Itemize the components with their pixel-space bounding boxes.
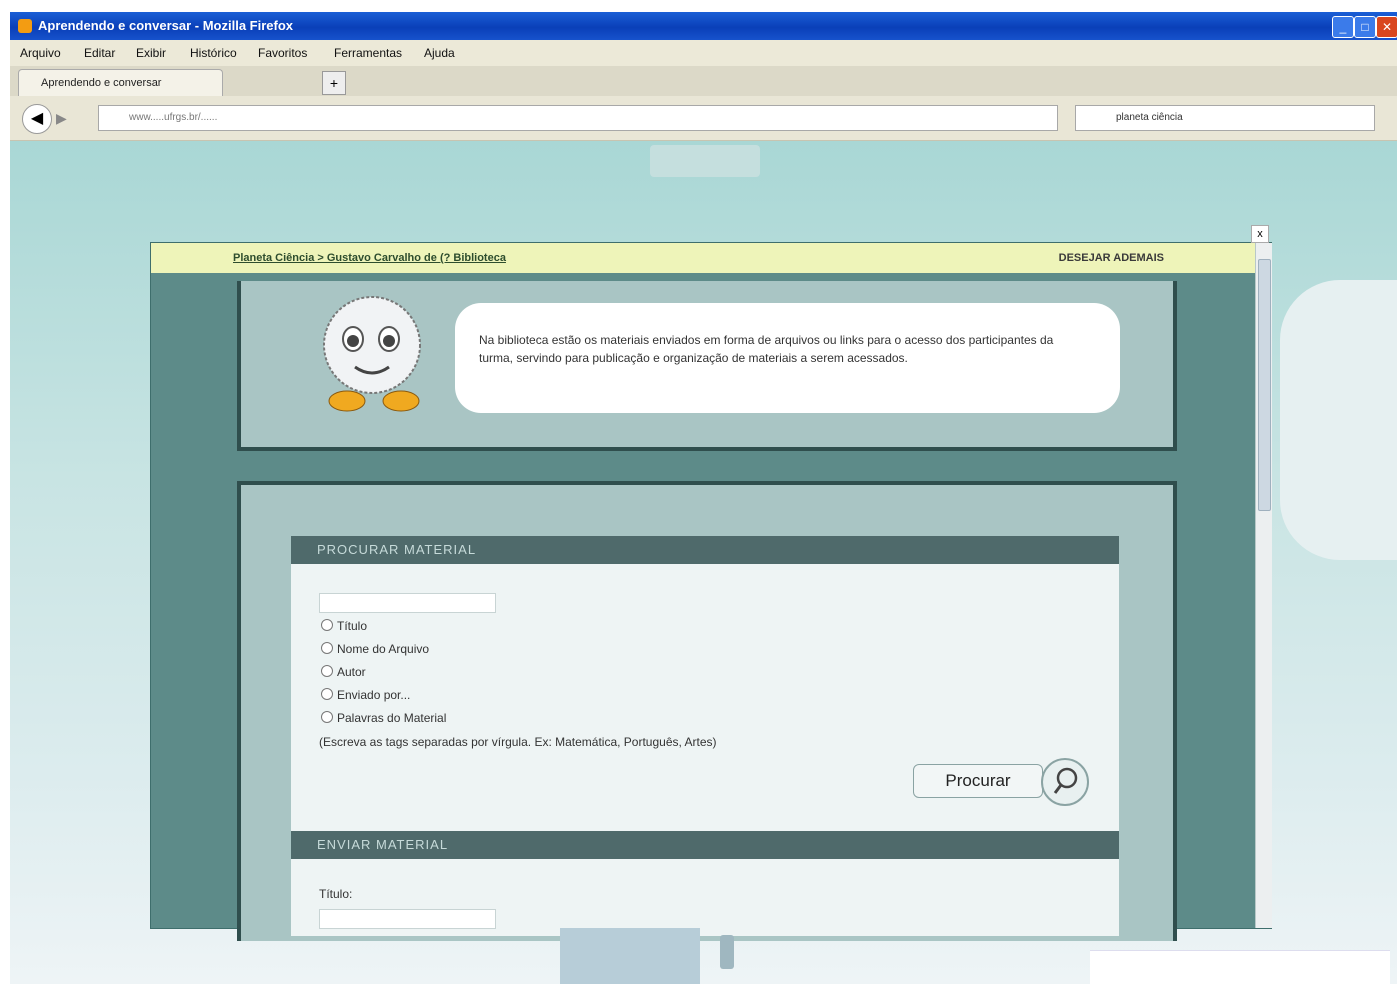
radio-icon[interactable] [321,688,333,700]
radio-palavras[interactable]: Palavras do Material [321,711,446,725]
new-tab-button[interactable]: + [322,71,346,95]
tags-hint: (Escreva as tags separadas por vírgula. … [319,735,717,749]
intro-text: Na biblioteca estão os materiais enviado… [479,333,1054,365]
titulo-label: Título: [319,887,353,901]
radio-enviado-por[interactable]: Enviado por... [321,688,410,702]
material-search-input[interactable] [319,593,496,613]
background-decoration [1280,280,1397,560]
header-user-label: DESEJAR ADEMAIS [1058,252,1164,264]
window-title: Aprendendo e conversar - Mozilla Firefox [38,18,293,33]
scrollbar-thumb[interactable] [1258,259,1271,511]
menubar: Arquivo Editar Exibir Histórico Favorito… [10,40,1397,66]
radio-icon[interactable] [321,642,333,654]
status-area [1090,950,1390,985]
minimize-button[interactable]: _ [1332,16,1354,38]
radio-label: Título [337,619,368,633]
tab-strip: Aprendendo e conversar + [10,66,1397,96]
radio-icon[interactable] [321,711,333,723]
library-dialog: Planeta Ciência > Gustavo Carvalho de (?… [150,225,1272,941]
search-input[interactable]: planeta ciência [1075,105,1375,131]
breadcrumb[interactable]: Planeta Ciência > Gustavo Carvalho de (?… [233,252,506,264]
menu-editar[interactable]: Editar [84,46,115,60]
back-arrow-icon[interactable]: ◀ [22,104,52,134]
menu-historico[interactable]: Histórico [190,46,237,60]
navigation-toolbar: ◀ ▶ www.....ufrgs.br/...... planeta ciên… [10,96,1397,141]
radio-icon[interactable] [321,665,333,677]
dialog-scrollbar[interactable] [1255,243,1272,928]
speech-bubble: Na biblioteca estão os materiais enviado… [455,303,1120,413]
radio-label: Nome do Arquivo [337,642,430,656]
radio-nome-arquivo[interactable]: Nome do Arquivo [321,642,429,656]
tab-active[interactable]: Aprendendo e conversar [18,69,223,96]
firefox-icon [18,19,32,33]
procurar-label[interactable]: Procurar [913,764,1043,798]
footer-icon [720,935,734,969]
menu-ferramentas[interactable]: Ferramentas [334,46,402,60]
radio-titulo[interactable]: Título [321,619,367,633]
magnifier-icon[interactable] [1041,758,1089,806]
dialog-close-icon[interactable]: x [1251,225,1269,243]
forward-arrow-icon[interactable]: ▶ [56,110,67,127]
maximize-button[interactable]: □ [1354,16,1376,38]
procurar-button[interactable]: Procurar [913,758,1089,806]
section-header-procurar: PROCURAR MATERIAL [291,536,1119,564]
window-titlebar: Aprendendo e conversar - Mozilla Firefox… [10,12,1397,40]
titulo-input[interactable] [319,909,496,929]
radio-label: Palavras do Material [337,711,447,725]
radio-icon[interactable] [321,619,333,631]
menu-exibir[interactable]: Exibir [136,46,166,60]
close-button[interactable]: ✕ [1376,16,1397,38]
footer-bar [560,928,700,984]
section-header-enviar: ENVIAR MATERIAL [291,831,1119,859]
mascot-icon [323,296,421,412]
menu-favoritos[interactable]: Favoritos [258,46,307,60]
menu-ajuda[interactable]: Ajuda [424,46,455,60]
radio-autor[interactable]: Autor [321,665,366,679]
radio-label: Enviado por... [337,688,411,702]
menu-arquivo[interactable]: Arquivo [20,46,61,60]
url-bar[interactable]: www.....ufrgs.br/...... [98,105,1058,131]
background-button [650,145,760,177]
dialog-header: Planeta Ciência > Gustavo Carvalho de (?… [151,243,1256,273]
radio-label: Autor [337,665,366,679]
